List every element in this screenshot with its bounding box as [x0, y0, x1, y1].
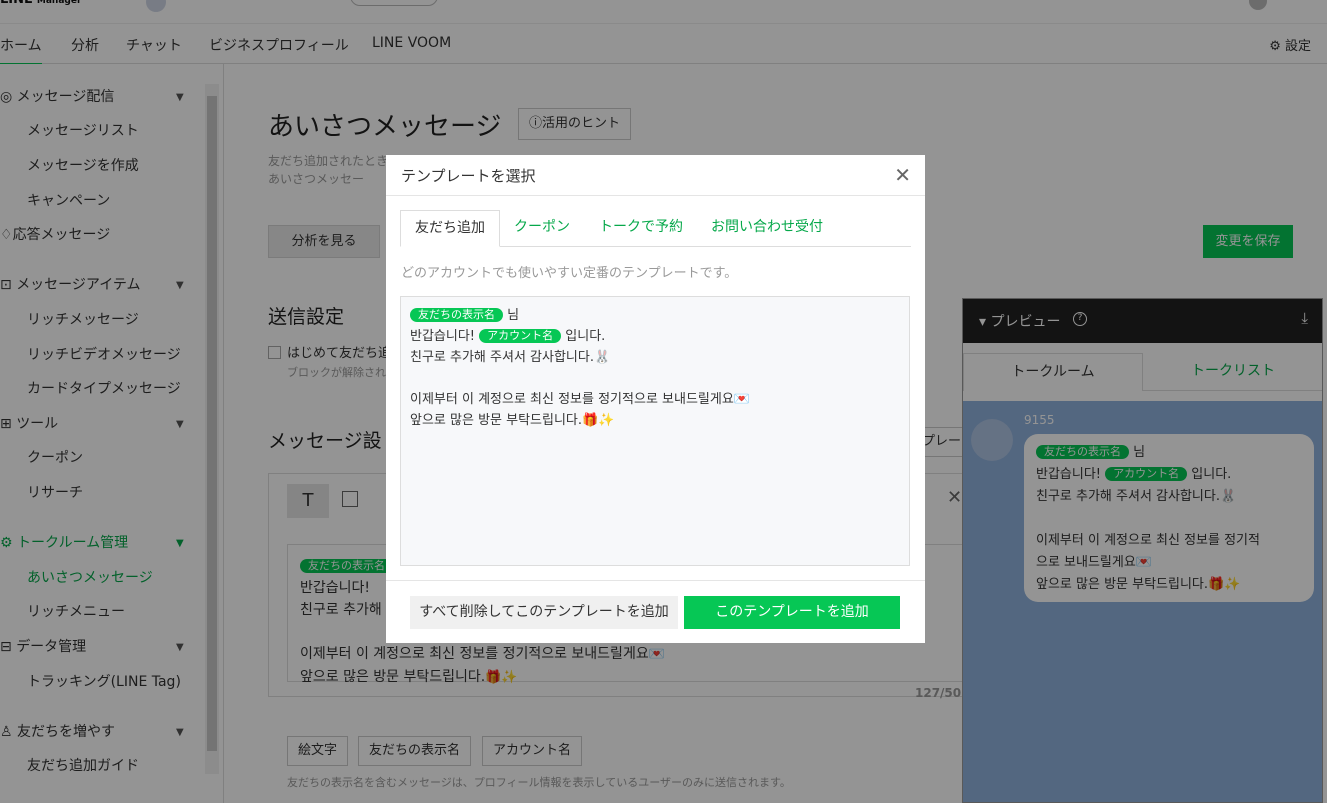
template-text: 입니다. [565, 329, 606, 344]
template-select-modal: テンプレートを選択 ✕ 友だち追加 クーポン トークで予約 お問い合わせ受付 ど… [386, 155, 925, 643]
template-text: 이제부터 이 계정으로 최신 정보를 정기적으로 보내드릴게요 [410, 392, 734, 407]
close-icon[interactable]: ✕ [894, 163, 911, 187]
template-line: 앞으로 많은 방문 부탁드립니다.🎁✨ [410, 410, 900, 431]
account-name-tag: アカウント名 [479, 329, 562, 343]
template-line: 이제부터 이 계정으로 최신 정보를 정기적으로 보내드릴게요💌 [410, 389, 900, 410]
gift-emoji-icon: 🎁✨ [582, 413, 615, 428]
template-text: 앞으로 많은 방문 부탁드립니다. [410, 413, 583, 428]
template-line: 友だちの表示名 님 [410, 305, 900, 326]
template-line [410, 368, 900, 389]
add-template-button[interactable]: このテンプレートを追加 [684, 596, 900, 629]
template-text: 친구로 추가해 주셔서 감사합니다. [410, 350, 594, 365]
modal-tabs: 友だち追加 クーポン トークで予約 お問い合わせ受付 [400, 210, 911, 247]
friend-name-tag: 友だちの表示名 [410, 308, 503, 322]
delete-all-and-add-button[interactable]: すべて削除してこのテンプレートを追加 [410, 596, 678, 629]
template-line: 친구로 추가해 주셔서 감사합니다.🐰 [410, 347, 900, 368]
bunny-emoji-icon: 🐰 [593, 350, 611, 365]
tab-coupon[interactable]: クーポン [500, 210, 584, 247]
modal-description: どのアカウントでも使いやすい定番のテンプレートです。 [401, 266, 738, 281]
tab-inquiry[interactable]: お問い合わせ受付 [697, 210, 837, 247]
template-text: 님 [507, 308, 520, 323]
template-line: 반갑습니다! アカウント名 입니다. [410, 326, 900, 347]
template-preview-box: 友だちの表示名 님 반갑습니다! アカウント名 입니다. 친구로 추가해 주셔서… [400, 296, 910, 566]
tab-friend-add[interactable]: 友だち追加 [400, 210, 500, 247]
heart-emoji-icon: 💌 [733, 392, 750, 407]
divider [386, 195, 925, 196]
tab-talk-reservation[interactable]: トークで予約 [585, 210, 697, 247]
template-text: 반갑습니다! [410, 329, 476, 344]
modal-title: テンプレートを選択 [401, 167, 536, 185]
divider [386, 580, 925, 581]
